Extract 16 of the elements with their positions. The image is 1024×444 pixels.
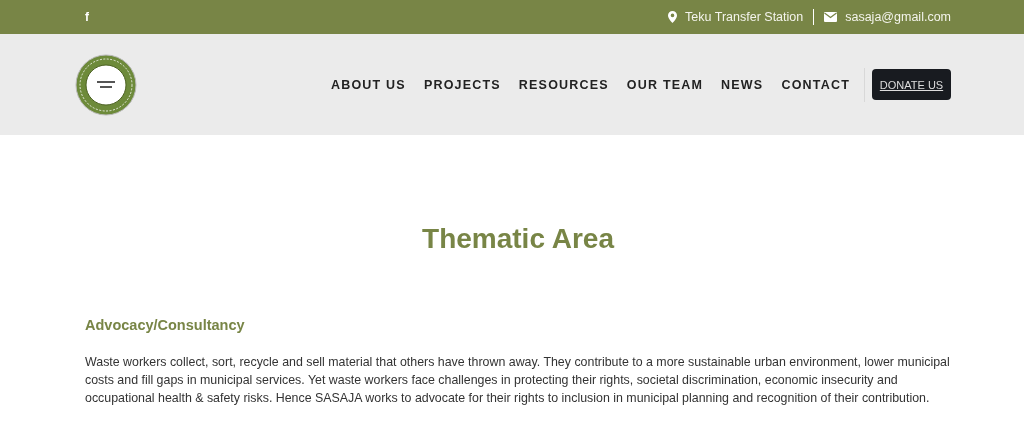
location-text: Teku Transfer Station bbox=[685, 10, 804, 24]
email-link[interactable]: sasaja@gmail.com bbox=[845, 10, 951, 24]
logo-drawing[interactable] bbox=[75, 53, 137, 116]
nav-link[interactable]: OUR TEAM bbox=[626, 77, 704, 92]
donate-button[interactable]: DONATE US bbox=[872, 69, 951, 100]
section-heading: Advocacy/Consultancy bbox=[85, 317, 246, 333]
nav-link[interactable]: NEWS bbox=[721, 77, 764, 92]
page-title: Thematic Area bbox=[421, 223, 616, 255]
nav-link[interactable]: CONTACT bbox=[781, 77, 850, 92]
section-paragraph: Waste workers collect, sort, recycle and sell material that others have thrown away. They contribute to a more sustainable urban environment, lower municipal costs and fill gaps in municipal services. Yet waste workers face challenges in protecting their rights, societal discrimination, economic insecurity and occupational health & safety risks. Hence SASAJA works to advocate for their rights to inclusion in municipal planning and recognition of their contribution. bbox=[85, 354, 951, 407]
location-pin-icon bbox=[668, 11, 678, 23]
nav-link[interactable]: PROJECTS bbox=[423, 77, 501, 92]
facebook-link[interactable]: f bbox=[85, 10, 89, 24]
nav-link[interactable]: ABOUT US bbox=[331, 77, 406, 92]
envelope-icon bbox=[824, 12, 838, 22]
nav-link[interactable]: RESOURCES bbox=[518, 77, 609, 92]
